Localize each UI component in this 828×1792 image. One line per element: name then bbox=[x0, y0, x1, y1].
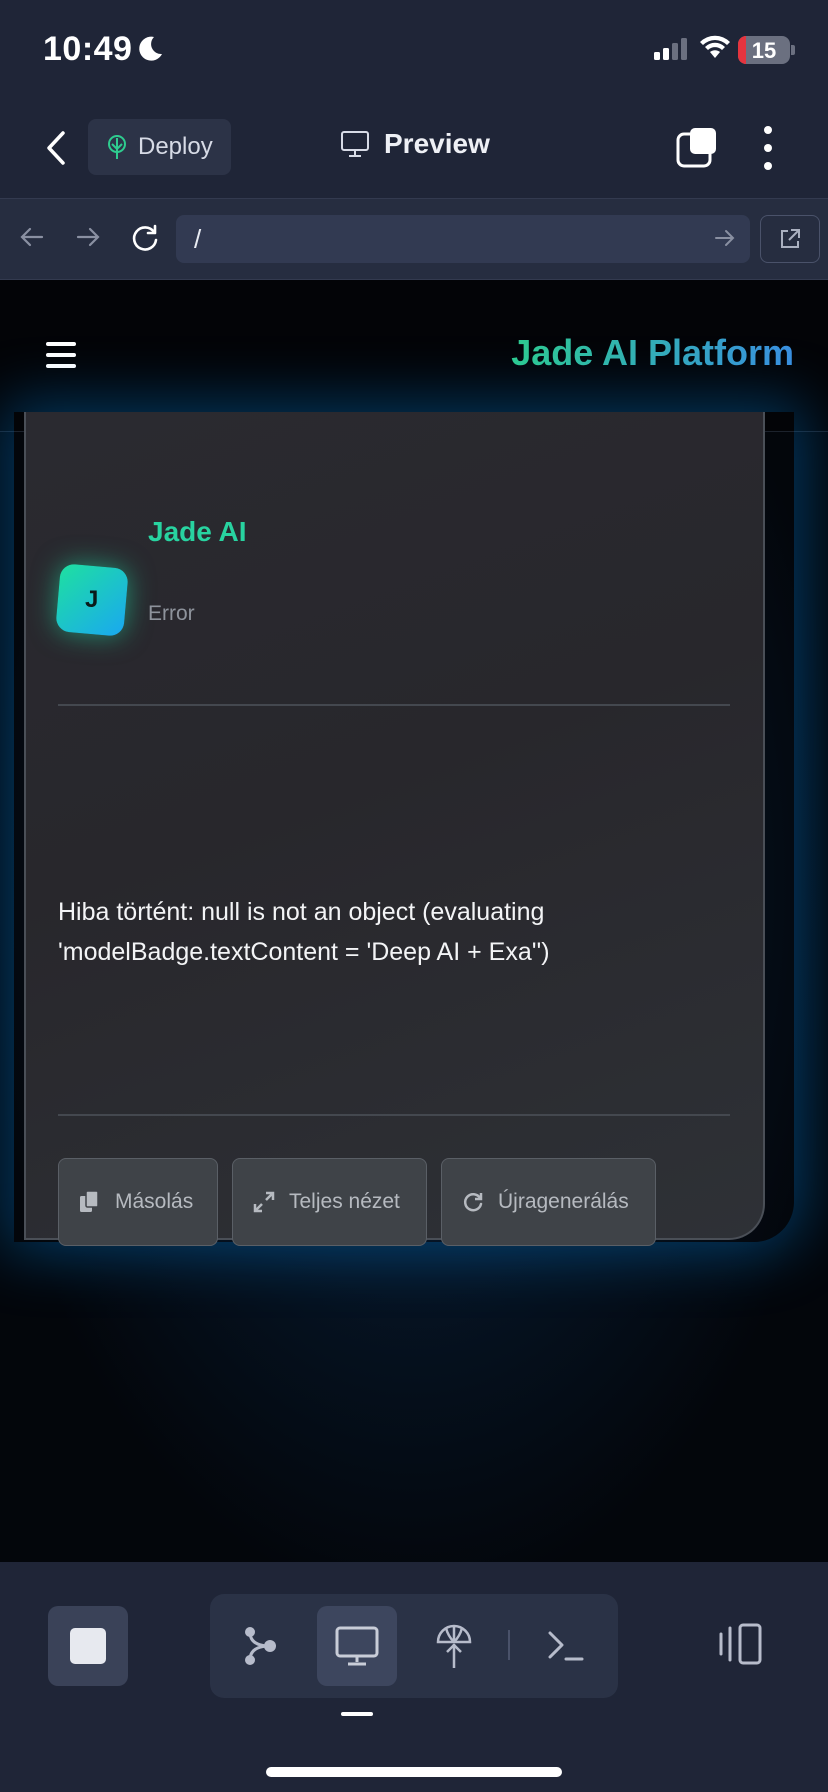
moon-icon bbox=[139, 36, 162, 61]
preview-label: Preview bbox=[384, 128, 490, 159]
stop-button[interactable] bbox=[48, 1606, 128, 1686]
site-header: Jade AI Platform bbox=[0, 280, 828, 432]
tool-group bbox=[210, 1594, 618, 1698]
monitor-icon bbox=[335, 1626, 379, 1666]
chat-content: J Jade AI Error Hiba történt: null is no… bbox=[0, 412, 828, 1562]
terminal-icon bbox=[548, 1631, 584, 1661]
kebab-dot bbox=[764, 126, 772, 134]
avatar: J bbox=[55, 563, 129, 637]
reload-icon[interactable] bbox=[130, 223, 160, 253]
redo-icon bbox=[463, 1193, 483, 1212]
status-bar: 10:49 15 bbox=[0, 0, 828, 96]
go-arrow-icon[interactable] bbox=[714, 227, 736, 249]
deploy-tool-button[interactable] bbox=[414, 1606, 494, 1686]
status-text: Error bbox=[148, 602, 195, 625]
arrow-left-icon[interactable] bbox=[18, 223, 46, 251]
kebab-dot bbox=[764, 144, 772, 152]
kebab-dot bbox=[764, 162, 772, 170]
menu-bar bbox=[46, 353, 76, 357]
menu-bar bbox=[46, 364, 76, 368]
workflow-tool-button[interactable] bbox=[220, 1606, 300, 1686]
shell-tool-button[interactable] bbox=[526, 1606, 606, 1686]
divider bbox=[58, 1114, 730, 1116]
status-time: 10:49 bbox=[43, 30, 133, 68]
regenerate-label: Újragenerálás bbox=[498, 1190, 629, 1213]
regenerate-button[interactable]: Újragenerálás bbox=[441, 1158, 656, 1246]
chevron-left-icon bbox=[47, 131, 65, 165]
deploy-label: Deploy bbox=[138, 133, 213, 160]
external-link-icon bbox=[781, 229, 800, 248]
expand-icon bbox=[253, 1191, 275, 1213]
fullscreen-label: Teljes nézet bbox=[289, 1190, 400, 1213]
fullscreen-button[interactable]: Teljes nézet bbox=[232, 1158, 427, 1246]
site-title: Jade AI Platform bbox=[511, 332, 794, 373]
cellular-signal-icon bbox=[654, 38, 687, 60]
webview: Jade AI Platform J Jade AI Error Hiba tö… bbox=[0, 280, 828, 1562]
message-text: Hiba történt: null is not an object (eva… bbox=[58, 898, 550, 966]
copy-label: Másolás bbox=[115, 1190, 194, 1213]
workflow-icon bbox=[245, 1627, 276, 1665]
app-top-bar: Deploy Preview bbox=[0, 100, 828, 198]
preview-title: Preview bbox=[340, 128, 490, 160]
open-external-button[interactable] bbox=[760, 215, 820, 263]
deploy-icon bbox=[108, 135, 126, 159]
battery-indicator: 15 bbox=[738, 36, 790, 64]
monitor-icon bbox=[341, 131, 369, 157]
browser-bar bbox=[0, 198, 828, 280]
hamburger-menu-icon[interactable] bbox=[46, 342, 76, 368]
tabs-icon[interactable] bbox=[676, 126, 718, 168]
wifi-icon bbox=[700, 35, 730, 58]
copy-icon bbox=[80, 1190, 99, 1212]
deploy-button[interactable]: Deploy bbox=[88, 119, 231, 175]
menu-bar bbox=[46, 342, 76, 346]
stop-icon bbox=[70, 1628, 106, 1664]
more-options-button[interactable] bbox=[760, 126, 776, 170]
active-tab-indicator bbox=[341, 1712, 373, 1716]
arrow-right-icon[interactable] bbox=[74, 223, 102, 251]
deploy-icon bbox=[436, 1624, 472, 1668]
sender-name: Jade AI bbox=[148, 516, 247, 547]
battery-nub bbox=[791, 45, 795, 55]
avatar-letter: J bbox=[85, 585, 99, 613]
tool-separator bbox=[508, 1630, 510, 1660]
panel-toggle-icon[interactable] bbox=[716, 1622, 764, 1666]
home-indicator[interactable] bbox=[266, 1767, 562, 1777]
battery-level: 15 bbox=[751, 38, 777, 63]
divider bbox=[58, 704, 730, 706]
copy-button[interactable]: Másolás bbox=[58, 1158, 218, 1246]
back-button[interactable] bbox=[36, 124, 76, 172]
message-card: J Jade AI Error Hiba történt: null is no… bbox=[24, 412, 765, 1246]
message-actions: Másolás Teljes nézet Újragenerálás bbox=[58, 1158, 656, 1246]
url-input[interactable] bbox=[176, 215, 750, 263]
bottom-toolbar bbox=[0, 1562, 828, 1792]
preview-tool-button[interactable] bbox=[317, 1606, 397, 1686]
